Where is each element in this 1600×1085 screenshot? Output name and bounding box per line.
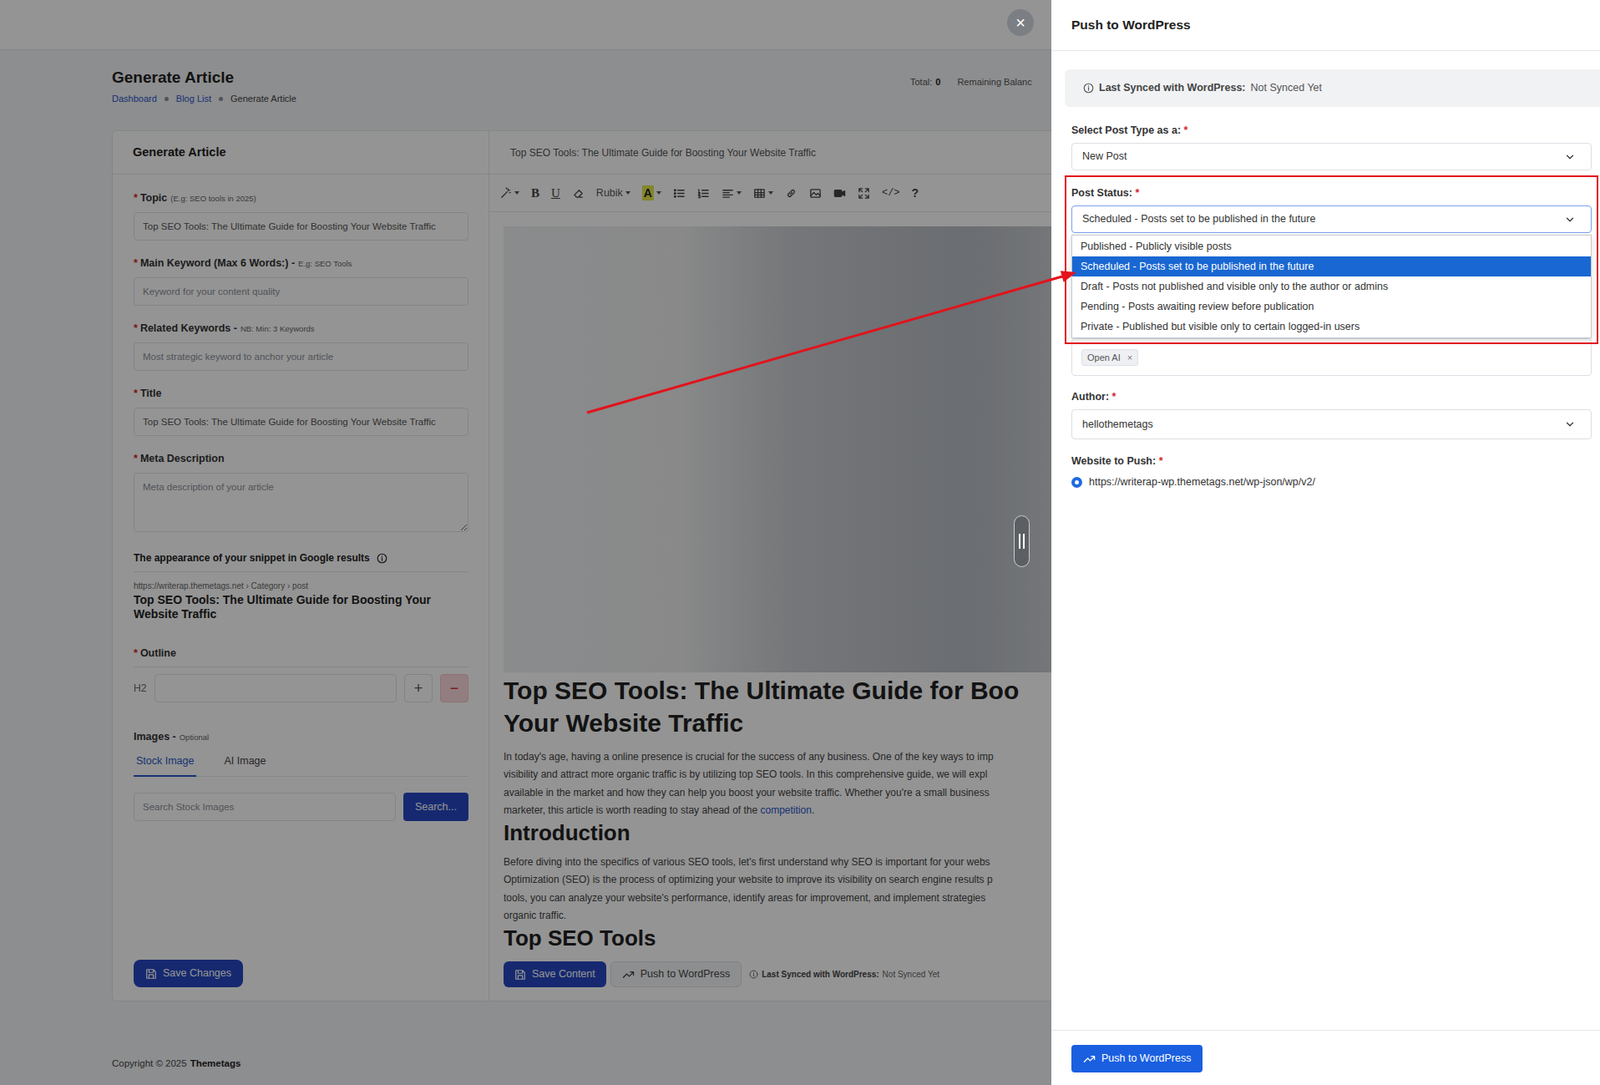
- field-label: Author: *: [1071, 389, 1592, 405]
- push-submit-button[interactable]: Push to WordPress: [1071, 1044, 1203, 1073]
- category-field[interactable]: Open AI ×: [1071, 338, 1592, 376]
- required-mark: *: [1112, 390, 1117, 403]
- panel-title: Push to WordPress: [1071, 15, 1191, 35]
- status-option[interactable]: Draft - Posts not published and visible …: [1072, 276, 1591, 297]
- backdrop[interactable]: [0, 0, 1052, 1085]
- select-value: New Post: [1082, 148, 1128, 165]
- required-mark: *: [1159, 455, 1164, 467]
- push-submit-label: Push to WordPress: [1101, 1050, 1191, 1067]
- status-option[interactable]: Published - Publicly visible posts: [1072, 236, 1591, 257]
- field-label-text: Post Status:: [1071, 187, 1133, 199]
- field-label-text: Website to Push:: [1071, 455, 1156, 467]
- panel-body: Select Post Type as a: * New Post Post Sta…: [1051, 106, 1600, 489]
- close-label: ×: [1015, 13, 1026, 32]
- sync-value: Not Synced Yet: [1250, 80, 1322, 97]
- panel-header: Push to WordPress: [1051, 0, 1600, 51]
- status-option[interactable]: Private - Published but visible only to …: [1072, 316, 1591, 337]
- author-field: Author: * hellothemetags: [1071, 389, 1592, 440]
- post-status-field: Post Status: * Scheduled - Posts set to b…: [1071, 185, 1592, 233]
- field-label-text: Select Post Type as a:: [1071, 124, 1181, 137]
- chevron-icon: [1564, 151, 1576, 163]
- field-label: Website to Push: *: [1071, 453, 1592, 469]
- info-icon: [1083, 82, 1094, 94]
- field-label: Select Post Type as a: *: [1071, 122, 1592, 138]
- chevron-icon: [1564, 418, 1576, 431]
- post-type-field: Select Post Type as a: * New Post: [1071, 122, 1592, 171]
- sync-info: Last Synced with WordPress:Not Synced Ye…: [1064, 69, 1600, 107]
- resize-handle[interactable]: [1013, 515, 1030, 568]
- radio-button[interactable]: [1071, 476, 1083, 488]
- close-button[interactable]: ×: [1007, 9, 1034, 36]
- field-label: Post Status: *: [1071, 185, 1592, 201]
- panel-footer: Push to WordPress: [1051, 1029, 1600, 1085]
- status-dropdown: Published - Publicly visible postsSchedu…: [1071, 234, 1592, 339]
- website-field: Website to Push: * https://writerap-wp.th…: [1071, 453, 1592, 489]
- post-status-select[interactable]: Scheduled - Posts set to be published in…: [1071, 205, 1592, 233]
- trend-icon: [1083, 1052, 1096, 1065]
- required-mark: *: [1134, 187, 1140, 199]
- sync-label: Last Synced with WordPress:: [1098, 80, 1246, 97]
- website-url: https://writerap-wp.themetags.net/wp-jso…: [1088, 475, 1316, 489]
- status-option[interactable]: Pending - Posts awaiting review before p…: [1072, 296, 1591, 317]
- website-option[interactable]: https://writerap-wp.themetags.net/wp-jso…: [1071, 475, 1592, 489]
- select-value: hellothemetags: [1082, 416, 1154, 433]
- background-page: Generate ArticleDashboardBlog ListGenera…: [0, 0, 1052, 1085]
- chevron-icon: [1564, 213, 1576, 226]
- remove-tag-button[interactable]: ×: [1127, 350, 1133, 365]
- select-value: Scheduled - Posts set to be published in…: [1082, 211, 1316, 228]
- field-label-text: Author:: [1071, 390, 1109, 403]
- post-type-select[interactable]: New Post: [1071, 142, 1592, 171]
- required-mark: *: [1184, 124, 1189, 137]
- tag-label: Open AI: [1087, 350, 1121, 365]
- push-panel: Push to WordPress Last Synced with WordP…: [1051, 0, 1600, 1085]
- category-tag: Open AI ×: [1081, 349, 1139, 366]
- status-option[interactable]: Scheduled - Posts set to be published in…: [1072, 256, 1591, 277]
- author-select[interactable]: hellothemetags: [1071, 409, 1592, 440]
